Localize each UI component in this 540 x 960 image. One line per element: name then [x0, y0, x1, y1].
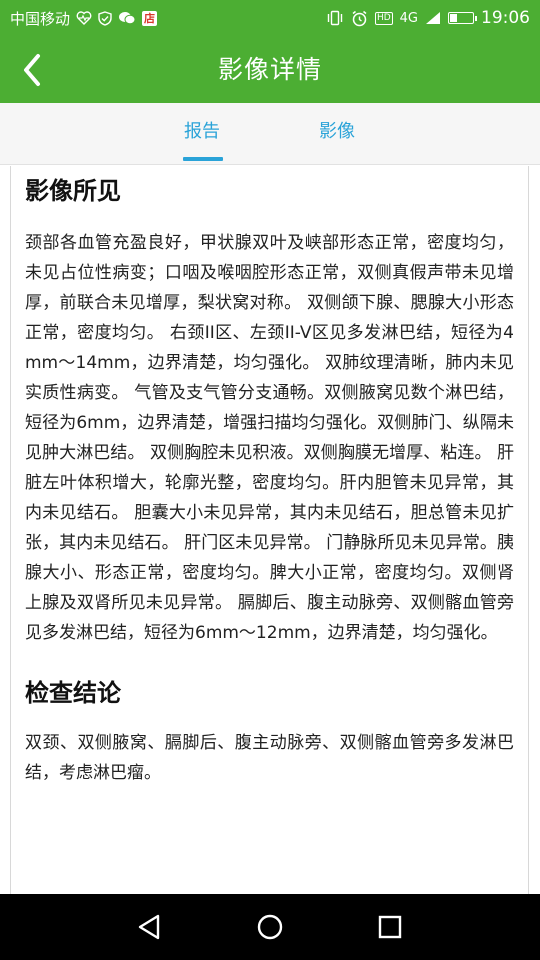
alarm-icon — [352, 10, 367, 26]
clock: 19:06 — [481, 8, 530, 28]
status-bar-left: 中国移动 店 — [10, 8, 158, 29]
system-nav-bar — [0, 894, 540, 960]
carrier-label: 中国移动 — [10, 9, 71, 28]
nav-back-button[interactable] — [134, 911, 166, 943]
network-type-label: 4G — [399, 10, 418, 26]
home-circle-icon — [257, 914, 283, 940]
tab-report[interactable]: 报告 — [172, 103, 232, 164]
conclusion-text: 双颈、双侧腋窝、膈脚后、腹主动脉旁、双侧髂血管旁多发淋巴结，考虑淋巴瘤。 — [25, 733, 514, 783]
store-icon: 店 — [142, 10, 158, 26]
active-tab-indicator — [183, 157, 223, 161]
nav-recents-button[interactable] — [374, 911, 406, 943]
nav-home-button[interactable] — [254, 911, 286, 943]
recents-square-icon — [378, 915, 402, 939]
signal-icon — [426, 12, 440, 24]
tab-image[interactable]: 影像 — [307, 103, 367, 164]
app-bar: 影像详情 — [0, 36, 540, 103]
battery-level — [450, 14, 458, 22]
back-triangle-icon — [138, 914, 160, 940]
wechat-icon — [119, 12, 136, 25]
hd-icon: HD — [374, 11, 393, 25]
heartbeat-icon — [76, 11, 92, 25]
status-bar: 中国移动 店 HD 4G 19:06 — [0, 0, 540, 36]
tab-bar: 报告 影像 — [0, 103, 540, 165]
report-content[interactable]: 影像所见 颈部各血管充盈良好，甲状腺双叶及峡部形态正常，密度均匀，未见占位性病变… — [10, 166, 529, 894]
shield-icon — [98, 10, 112, 26]
status-bar-right: HD 4G 19:06 — [326, 8, 530, 28]
vibrate-icon — [327, 10, 343, 26]
findings-heading: 影像所见 — [25, 177, 121, 205]
battery-icon — [448, 12, 477, 24]
page-title: 影像详情 — [217, 55, 322, 84]
findings-text: 颈部各血管充盈良好，甲状腺双叶及峡部形态正常，密度均匀，未见占位性病变；口咽及喉… — [25, 233, 514, 643]
conclusion-heading: 检查结论 — [25, 679, 121, 707]
